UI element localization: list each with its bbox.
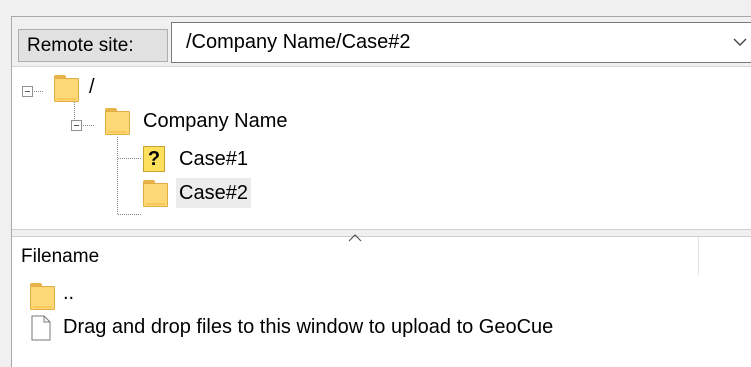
- tree-node-case2[interactable]: Case#2: [176, 178, 251, 208]
- folder-icon: [54, 75, 79, 102]
- remote-site-label: Remote site:: [18, 29, 168, 62]
- column-header-label: Filename: [21, 246, 100, 267]
- remote-directory-tree: / Company Name ? Case#1 Case#2: [12, 67, 751, 229]
- sort-ascending-icon: [348, 229, 362, 247]
- collapse-toggle-root[interactable]: [22, 86, 33, 97]
- chevron-down-icon[interactable]: [727, 24, 751, 61]
- list-item[interactable]: Drag and drop files to this window to up…: [12, 311, 698, 343]
- remote-path-text[interactable]: /Company Name/Case#2: [186, 23, 411, 62]
- folder-icon: [143, 180, 168, 207]
- tree-node-case1[interactable]: Case#1: [176, 144, 251, 174]
- remote-address-bar: Remote site: /Company Name/Case#2: [12, 17, 751, 67]
- folder-icon: [30, 283, 55, 310]
- tree-node-company-name[interactable]: Company Name: [140, 106, 291, 136]
- remote-path-combobox[interactable]: /Company Name/Case#2: [171, 22, 751, 63]
- list-item-label: ..: [63, 282, 75, 304]
- folder-icon: [105, 108, 130, 135]
- unknown-folder-icon: ?: [143, 146, 165, 172]
- list-item[interactable]: ..: [12, 279, 698, 311]
- tree-node-root[interactable]: /: [86, 72, 98, 102]
- column-header-filename[interactable]: Filename: [12, 234, 699, 275]
- remote-file-list: Filename .. Drag and drop files to this …: [12, 234, 751, 367]
- document-icon: [31, 315, 51, 341]
- remote-site-pane: Remote site: /Company Name/Case#2 / Comp…: [11, 16, 751, 367]
- list-item-label: Drag and drop files to this window to up…: [63, 316, 554, 338]
- collapse-toggle-company-name[interactable]: [71, 120, 82, 131]
- pane-splitter[interactable]: [12, 229, 751, 237]
